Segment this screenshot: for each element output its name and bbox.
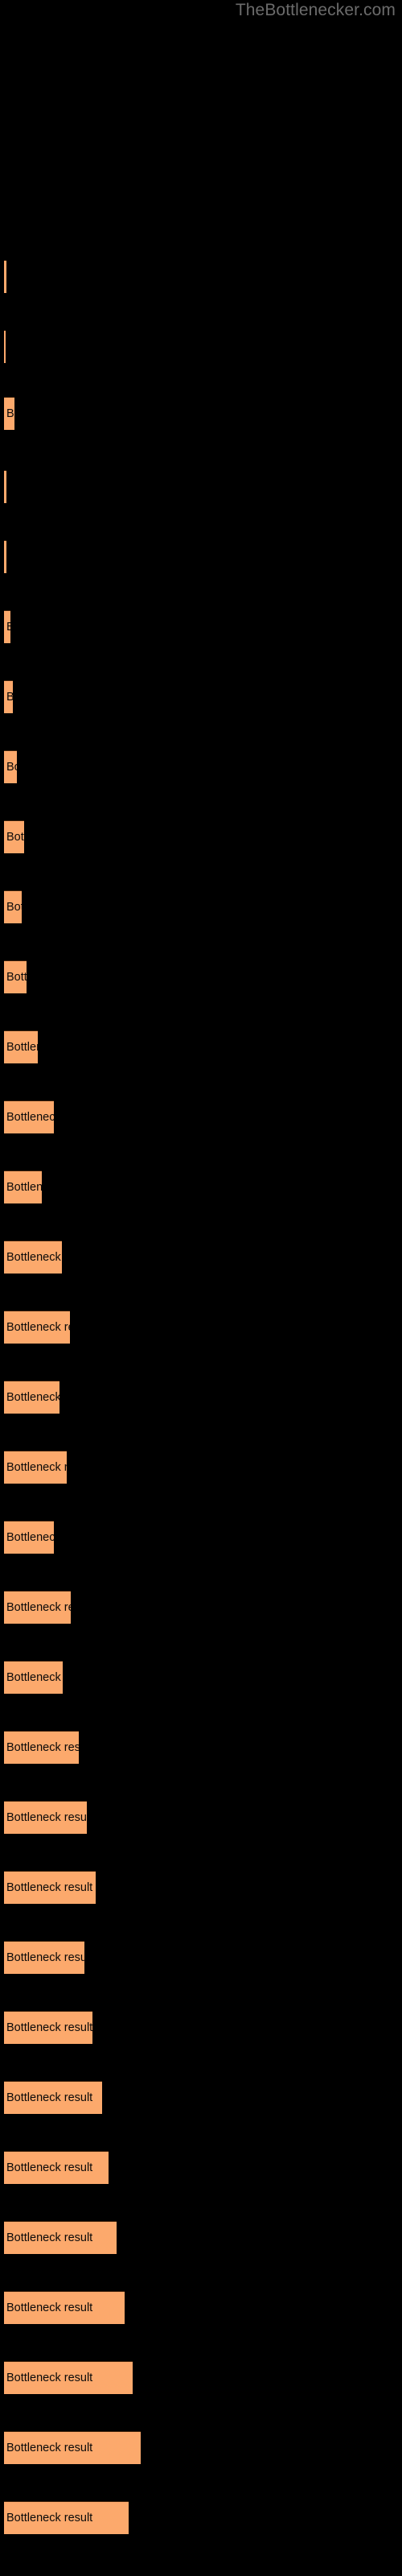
bar-row: Bottleneck result <box>0 1310 402 1345</box>
bar[interactable]: Bottleneck result <box>4 260 6 293</box>
bar-row: Bottleneck result <box>0 679 402 715</box>
bar-label: Bottleneck result <box>6 1741 79 1754</box>
bar-label: Bottleneck result <box>6 2301 93 2314</box>
bar[interactable]: Bottleneck result <box>4 330 6 363</box>
bar-row: Bottleneck result <box>0 1660 402 1695</box>
bar[interactable]: Bottleneck result <box>4 2221 117 2254</box>
bar[interactable]: Bottleneck result <box>4 680 13 713</box>
bar-row: Bottleneck result <box>0 1450 402 1485</box>
horizontal-bar-chart: Bottleneck result Bottleneck result Bottle… <box>0 0 402 2576</box>
bar-label: Bottleneck result <box>6 761 17 774</box>
bar-row: Bottleneck result <box>0 609 402 645</box>
bar[interactable]: Bottleneck result <box>4 1311 70 1344</box>
bar-label: Bottleneck result <box>6 831 24 844</box>
bar[interactable]: Bottleneck result <box>4 2011 92 2044</box>
bar-row: Bottleneck result <box>0 396 402 431</box>
bar-row: Bottleneck result <box>0 2290 402 2326</box>
bar-row: Bottleneck result <box>0 259 402 295</box>
bar[interactable]: Bottleneck result <box>4 1100 54 1133</box>
bar-row: Bottleneck result <box>0 2500 402 2536</box>
bar-row: Bottleneck result <box>0 329 402 365</box>
bar-row: Bottleneck result <box>0 749 402 785</box>
bar-row: Bottleneck result <box>0 1730 402 1765</box>
bar-row: Bottleneck result <box>0 1240 402 1275</box>
bar-label: Bottleneck result <box>6 1881 93 1894</box>
bar-label: Bottleneck result <box>6 2442 93 2454</box>
bar-row: Bottleneck result <box>0 2010 402 2046</box>
bar[interactable]: Bottleneck result <box>4 1170 42 1203</box>
bar-label: Bottleneck result <box>6 2021 92 2034</box>
bar-label: Bottleneck result <box>6 2372 93 2384</box>
bar[interactable]: Bottleneck result <box>4 397 14 430</box>
bar[interactable]: Bottleneck result <box>4 2501 129 2534</box>
bar-row: Bottleneck result <box>0 2220 402 2256</box>
bar-label: Bottleneck result <box>6 1391 59 1404</box>
bar[interactable]: Bottleneck result <box>4 1731 79 1764</box>
bar[interactable]: Bottleneck result <box>4 2081 102 2114</box>
bar-row: Bottleneck result <box>0 2430 402 2466</box>
bar-label: Bottleneck result <box>6 901 22 914</box>
bar-row: Bottleneck result <box>0 2080 402 2116</box>
bar[interactable]: Bottleneck result <box>4 1941 84 1974</box>
bar-row: Bottleneck result <box>0 539 402 575</box>
bar-label: Bottleneck result <box>6 1671 63 1684</box>
bar-row: Bottleneck result <box>0 1030 402 1065</box>
bar-row: Bottleneck result <box>0 469 402 505</box>
bar[interactable]: Bottleneck result <box>4 1521 54 1554</box>
bar[interactable]: Bottleneck result <box>4 470 6 503</box>
bar-row: Bottleneck result <box>0 1100 402 1135</box>
bar-label: Bottleneck result <box>6 1251 62 1264</box>
bar-label: Bottleneck result <box>6 2512 93 2524</box>
bar[interactable]: Bottleneck result <box>4 960 27 993</box>
bar-label: Bottleneck result <box>6 1321 70 1334</box>
bar-label: Bottleneck result <box>6 1951 84 1964</box>
bar-label: Bottleneck result <box>6 621 10 634</box>
bar[interactable]: Bottleneck result <box>4 2431 141 2464</box>
bar-label: Bottleneck result <box>6 691 13 704</box>
bar-label: Bottleneck result <box>6 2231 93 2244</box>
bar[interactable]: Bottleneck result <box>4 750 17 783</box>
bar-row: Bottleneck result <box>0 890 402 925</box>
bar[interactable]: Bottleneck result <box>4 1030 38 1063</box>
bar-row: Bottleneck result <box>0 960 402 995</box>
bar-label: Bottleneck result <box>6 2161 93 2174</box>
bar[interactable]: Bottleneck result <box>4 1871 96 1904</box>
bar-label: Bottleneck result <box>6 1181 42 1194</box>
bar-row: Bottleneck result <box>0 1870 402 1905</box>
bar-label: Bottleneck result <box>6 1041 38 1054</box>
bar[interactable]: Bottleneck result <box>4 1801 87 1834</box>
bar-label: Bottleneck result <box>6 971 27 984</box>
bar-row: Bottleneck result <box>0 819 402 855</box>
bar-label: Bottleneck result <box>6 1601 71 1614</box>
bar-row: Bottleneck result <box>0 1940 402 1975</box>
bar-row: Bottleneck result <box>0 2150 402 2186</box>
bar-row: Bottleneck result <box>0 2360 402 2396</box>
bar[interactable]: Bottleneck result <box>4 1451 67 1484</box>
chart-page: TheBottlenecker.com Bottleneck resultBot… <box>0 0 402 2576</box>
bar-label: Bottleneck result <box>6 1811 87 1824</box>
bar[interactable]: Bottleneck result <box>4 820 24 853</box>
bar-label: Bottleneck result <box>6 2091 93 2104</box>
bar[interactable]: Bottleneck result <box>4 1381 59 1414</box>
bar-row: Bottleneck result <box>0 1380 402 1415</box>
bar[interactable]: Bottleneck result <box>4 2291 125 2324</box>
bar[interactable]: Bottleneck result <box>4 2151 109 2184</box>
bar-row: Bottleneck result <box>0 1590 402 1625</box>
bar-label: Bottleneck result <box>6 1531 54 1544</box>
bar[interactable]: Bottleneck result <box>4 610 10 643</box>
bar-label: Bottleneck result <box>6 1111 54 1124</box>
bar[interactable]: Bottleneck result <box>4 890 22 923</box>
bar[interactable]: Bottleneck result <box>4 2361 133 2394</box>
bar-row: Bottleneck result <box>0 1800 402 1835</box>
bar[interactable]: Bottleneck result <box>4 540 6 573</box>
bar-label: Bottleneck result <box>6 1461 67 1474</box>
bar-row: Bottleneck result <box>0 1520 402 1555</box>
bar-row: Bottleneck result <box>0 1170 402 1205</box>
bar[interactable]: Bottleneck result <box>4 1591 71 1624</box>
bar[interactable]: Bottleneck result <box>4 1241 62 1274</box>
bar-label: Bottleneck result <box>6 407 14 420</box>
bar[interactable]: Bottleneck result <box>4 1661 63 1694</box>
